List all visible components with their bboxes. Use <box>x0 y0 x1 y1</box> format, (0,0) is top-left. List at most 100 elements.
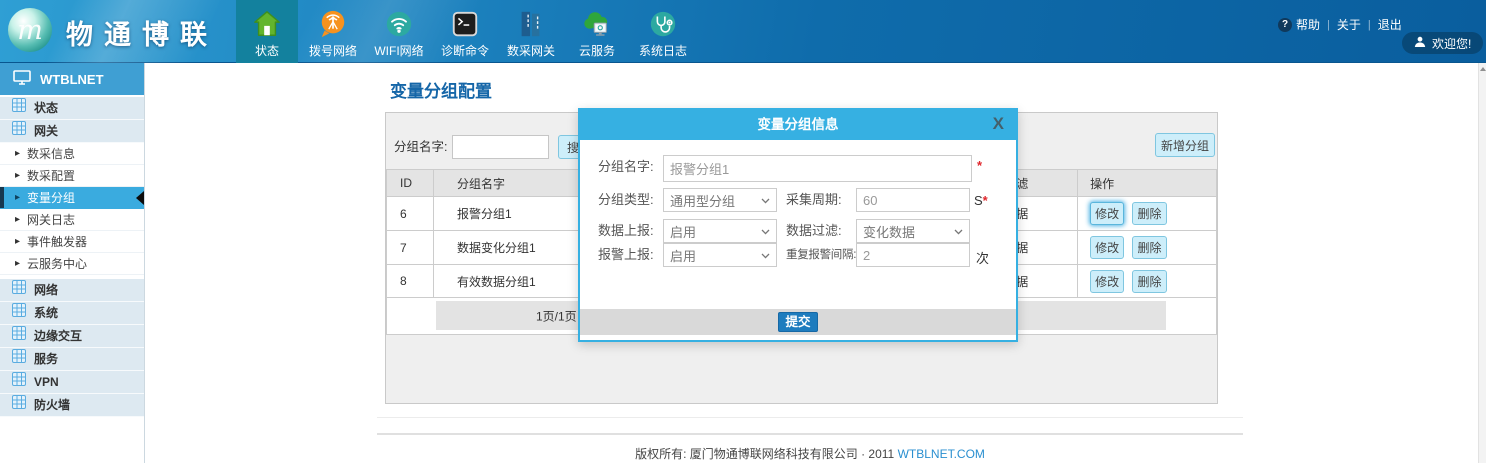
grid-icon <box>12 120 26 142</box>
sidebar: WTBLNET 状态 网关 数采信息 数采配置 变量分组 网关日志 事件触发器 <box>0 63 145 463</box>
nav-item-system-log[interactable]: 系统日志 <box>632 0 694 63</box>
sidebar-item-service[interactable]: 服务 <box>0 348 144 371</box>
nav-item-label: WIFI网络 <box>374 44 423 58</box>
data-filter-label: 数据过滤: <box>786 219 842 243</box>
alarm-report-label: 报警上报: <box>598 243 654 267</box>
group-type-select[interactable]: 通用型分组 <box>663 188 777 212</box>
nav-item-label: 云服务 <box>579 44 615 58</box>
group-name-input[interactable] <box>663 155 972 182</box>
sidebar-subitem-variable-group[interactable]: 变量分组 <box>0 187 144 209</box>
server-rack-icon <box>516 4 546 44</box>
sidebar-item-label: 网关日志 <box>27 213 75 227</box>
collect-period-label: 采集周期: <box>786 188 842 212</box>
required-asterisk: * <box>977 158 982 173</box>
sidebar-subitem-cloud-service-center[interactable]: 云服务中心 <box>0 253 144 275</box>
wifi-icon <box>384 4 414 44</box>
sidebar-submenu-gateway: 数采信息 数采配置 变量分组 网关日志 事件触发器 云服务中心 <box>0 143 144 275</box>
nav-item-data-gateway[interactable]: 数采网关 <box>500 0 562 63</box>
repeat-interval-label: 重复报警间隔: <box>786 243 856 267</box>
welcome-badge[interactable]: 欢迎您! <box>1402 32 1483 54</box>
stethoscope-icon <box>648 4 678 44</box>
group-name-search-input[interactable] <box>452 135 549 159</box>
sidebar-menu: 状态 网关 数采信息 数采配置 变量分组 网关日志 事件触发器 云服务中心 <box>0 97 144 417</box>
sidebar-item-system[interactable]: 系统 <box>0 302 144 325</box>
delete-button[interactable]: 删除 <box>1132 202 1166 225</box>
sidebar-item-label: 防火墙 <box>34 394 70 416</box>
logout-link[interactable]: 退出 <box>1378 16 1402 33</box>
page-title: 变量分组配置 <box>390 77 492 102</box>
sidebar-subitem-data-collection-config[interactable]: 数采配置 <box>0 165 144 187</box>
cell-id: 7 <box>387 231 434 265</box>
sidebar-item-label: 状态 <box>34 97 58 119</box>
required-asterisk: * <box>983 193 988 208</box>
cell-id: 6 <box>387 197 434 231</box>
dialog-title: 变量分组信息 <box>580 110 1016 140</box>
close-icon[interactable]: X <box>993 114 1004 134</box>
copyright-label: 版权所有: 厦门物通博联网络科技有限公司 · 2011 <box>635 447 897 461</box>
sidebar-item-network[interactable]: 网络 <box>0 279 144 302</box>
sidebar-item-vpn[interactable]: VPN <box>0 371 144 394</box>
grid-icon <box>12 302 26 324</box>
chevron-down-icon <box>761 191 770 209</box>
sidebar-subitem-data-collection-info[interactable]: 数采信息 <box>0 143 144 165</box>
sidebar-item-edge-interaction[interactable]: 边缘交互 <box>0 325 144 348</box>
nav-item-label: 数采网关 <box>507 44 555 58</box>
nav-item-diagnostic-command[interactable]: 诊断命令 <box>434 0 496 63</box>
main-nav: 状态 拨号网络 WIFI网络 诊断命令 <box>236 0 698 63</box>
wtblnet-link[interactable]: WTBLNET.COM <box>898 447 985 461</box>
data-filter-select[interactable]: 变化数据 <box>856 219 970 243</box>
brand-logo: m 物通博联 <box>6 6 218 59</box>
sidebar-item-firewall[interactable]: 防火墙 <box>0 394 144 417</box>
page-indicator: 1页/1页 <box>536 307 577 324</box>
vertical-scrollbar[interactable] <box>1478 63 1486 463</box>
add-group-button[interactable]: 新增分组 <box>1155 133 1215 157</box>
link-separator: | <box>1327 19 1330 31</box>
cloud-monitor-icon <box>581 4 613 44</box>
grid-icon <box>12 394 26 416</box>
sidebar-item-label: VPN <box>34 371 59 393</box>
repeat-interval-input[interactable] <box>856 243 970 267</box>
nav-item-wifi-network[interactable]: WIFI网络 <box>368 0 430 63</box>
column-header-id: ID <box>387 170 434 197</box>
group-type-label: 分组类型: <box>598 188 654 212</box>
app-window: m 物通博联 状态 拨号网络 WIFI网络 <box>0 0 1486 463</box>
nav-item-status[interactable]: 状态 <box>236 0 298 63</box>
repeat-interval-unit: 次 <box>976 248 989 267</box>
submit-button[interactable]: 提交 <box>778 312 818 332</box>
delete-button[interactable]: 删除 <box>1132 270 1166 293</box>
edit-button[interactable]: 修改 <box>1090 270 1124 293</box>
home-icon <box>252 4 282 44</box>
sidebar-subitem-gateway-log[interactable]: 网关日志 <box>0 209 144 231</box>
cell-id: 8 <box>387 265 434 298</box>
sidebar-subitem-event-trigger[interactable]: 事件触发器 <box>0 231 144 253</box>
link-separator: | <box>1368 19 1371 31</box>
top-utility-links: ? 帮助 | 关于 | 退出 <box>1278 16 1402 33</box>
data-report-label: 数据上报: <box>598 219 654 243</box>
sidebar-header: WTBLNET <box>0 63 144 95</box>
data-report-select[interactable]: 启用 <box>663 219 777 243</box>
grid-icon <box>12 97 26 119</box>
grid-icon <box>12 371 26 393</box>
help-link[interactable]: 帮助 <box>1296 16 1320 33</box>
sidebar-item-gateway[interactable]: 网关 <box>0 120 144 143</box>
unit-text: S <box>974 193 983 208</box>
sidebar-item-label: 数采信息 <box>27 147 75 161</box>
data-report-value: 启用 <box>670 222 696 241</box>
delete-button[interactable]: 删除 <box>1132 236 1166 259</box>
chevron-down-icon <box>761 222 770 240</box>
about-link[interactable]: 关于 <box>1337 16 1361 33</box>
brand-sphere-icon: m <box>6 6 54 59</box>
edit-button[interactable]: 修改 <box>1090 202 1124 225</box>
nav-item-label: 诊断命令 <box>441 44 489 58</box>
copyright-text: 版权所有: 厦门物通博联网络科技有限公司 · 2011 WTBLNET.COM <box>377 445 1243 462</box>
nav-item-label: 状态 <box>255 44 279 58</box>
edit-button[interactable]: 修改 <box>1090 236 1124 259</box>
nav-item-cloud-service[interactable]: 云服务 <box>566 0 628 63</box>
sidebar-item-label: 系统 <box>34 302 58 324</box>
sidebar-item-status[interactable]: 状态 <box>0 97 144 120</box>
collect-period-input[interactable] <box>856 188 970 212</box>
nav-item-dialup-network[interactable]: 拨号网络 <box>302 0 364 63</box>
alarm-report-select[interactable]: 启用 <box>663 243 777 267</box>
data-filter-value: 变化数据 <box>863 222 915 241</box>
top-navigation-bar: m 物通博联 状态 拨号网络 WIFI网络 <box>0 0 1486 63</box>
